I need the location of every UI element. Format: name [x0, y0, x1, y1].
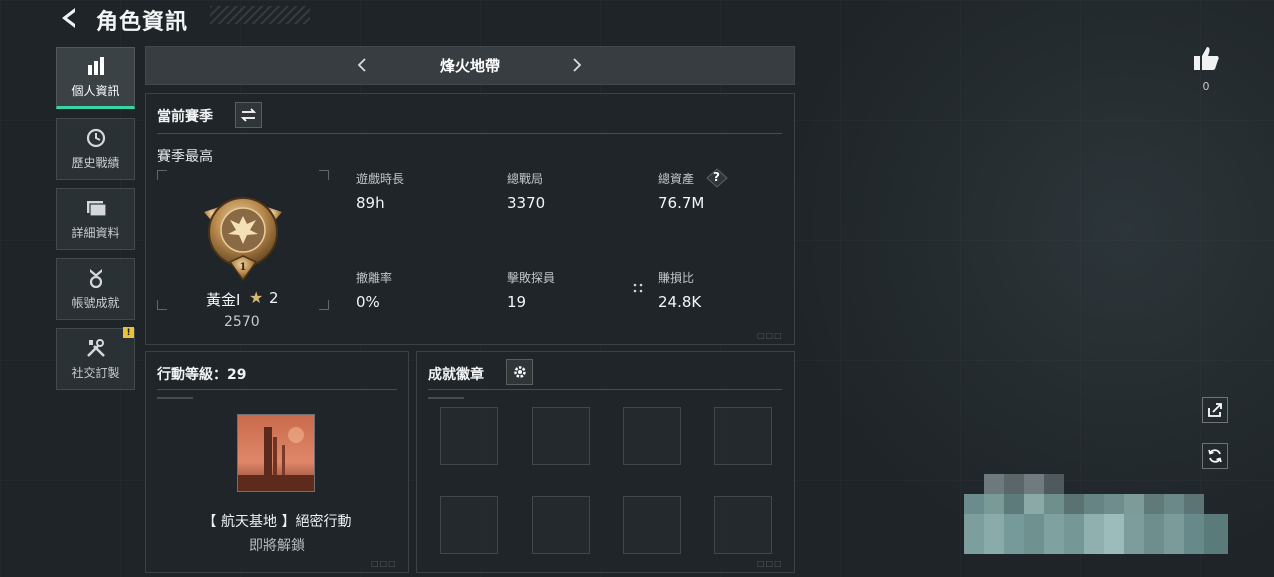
season-best-label: 賽季最高 — [157, 149, 213, 165]
sidebar-item-label: 詳細資料 — [71, 226, 120, 240]
stat-label: 遊戲時長 — [356, 172, 405, 186]
swap-arrows-icon — [240, 108, 257, 122]
share-icon — [1208, 403, 1222, 417]
refresh-button[interactable] — [1202, 443, 1228, 469]
panel-corner-mark: □□□ — [757, 331, 783, 340]
stat-value: 76.7M — [658, 194, 705, 212]
badge-slot[interactable] — [623, 407, 681, 465]
panel-corner-mark: □□□ — [757, 559, 783, 568]
mode-prev-arrow-icon[interactable] — [355, 56, 369, 74]
sidebar-item-personal-info[interactable]: 個人資訊 — [56, 47, 135, 109]
operation-divider — [157, 389, 397, 390]
stat-value: 3370 — [507, 194, 546, 212]
mode-name: 烽火地帶 — [439, 57, 500, 75]
gear-icon — [513, 366, 526, 378]
stat-value: 19 — [507, 293, 527, 311]
frame-corner — [157, 170, 167, 180]
operation-reward-status: 即將解鎖 — [249, 538, 305, 554]
bar-chart-icon — [87, 57, 104, 75]
achievements-divider — [428, 389, 782, 390]
stat-value: 0% — [356, 293, 380, 311]
pixelated-redacted-area — [964, 474, 1228, 554]
sidebar-item-label: 個人資訊 — [71, 84, 120, 98]
badge-slot[interactable] — [440, 407, 498, 465]
stat-label: 總戰局 — [507, 172, 544, 186]
stat-label: 賺損比 — [658, 271, 695, 285]
asset-help-mark: ? — [713, 170, 720, 184]
stat-label: 撤離率 — [356, 271, 393, 285]
folder-icon — [86, 201, 107, 217]
frame-corner — [319, 300, 329, 310]
badge-slot[interactable] — [623, 496, 681, 554]
notification-badge: ! — [123, 327, 134, 338]
divider-dash — [157, 397, 193, 399]
history-clock-icon — [86, 128, 105, 148]
medal-icon — [89, 269, 102, 289]
season-swap-button[interactable] — [235, 102, 262, 128]
stat-label: 總資產 — [658, 172, 695, 186]
badge-slot[interactable] — [532, 496, 590, 554]
asset-help-icon[interactable]: ? — [706, 168, 728, 188]
achievements-settings-button[interactable] — [506, 359, 533, 385]
badge-slot[interactable] — [714, 407, 772, 465]
page-title: 角色資訊 — [96, 10, 189, 35]
frame-corner — [319, 170, 329, 180]
operation-level-title: 行動等級：29 — [157, 367, 247, 383]
title-decoration — [210, 6, 310, 24]
operation-reward-image[interactable] — [237, 414, 315, 492]
tools-icon — [86, 339, 105, 357]
like-thumbs-up-icon[interactable] — [1193, 45, 1220, 72]
stat-value: 24.8K — [658, 293, 702, 311]
stat-label: 擊敗探員 — [507, 271, 556, 285]
sidebar-item-achievements[interactable]: 帳號成就 — [56, 258, 135, 320]
drag-handle-icon — [632, 280, 644, 294]
panel-corner-mark: □□□ — [371, 559, 397, 568]
operation-reward-name: 【 航天基地 】絕密行動 — [202, 514, 352, 530]
divider-dash — [428, 397, 464, 399]
rank-medal-icon: 1 — [200, 190, 286, 282]
like-count: 0 — [1202, 80, 1210, 93]
sidebar-item-label: 社交訂製 — [71, 366, 120, 380]
back-arrow-icon[interactable] — [56, 5, 82, 31]
rank-name: 黃金I — [206, 291, 241, 309]
sidebar-item-history[interactable]: 歷史戰績 — [56, 118, 135, 180]
share-button[interactable] — [1202, 397, 1228, 423]
mode-next-arrow-icon[interactable] — [570, 56, 584, 74]
sidebar-item-label: 帳號成就 — [71, 296, 120, 310]
season-title: 當前賽季 — [157, 109, 213, 125]
refresh-icon — [1208, 449, 1222, 463]
rank-stars: 2 — [269, 289, 279, 307]
rank-star-icon: ★ — [249, 288, 264, 307]
sidebar-item-details[interactable]: 詳細資料 — [56, 188, 135, 250]
sidebar-item-label: 歷史戰績 — [71, 156, 120, 170]
badge-slot[interactable] — [532, 407, 590, 465]
frame-corner — [157, 300, 167, 310]
rank-score: 2570 — [224, 314, 260, 330]
achievements-title: 成就徽章 — [428, 367, 484, 383]
season-divider — [157, 133, 782, 134]
badge-slot[interactable] — [714, 496, 772, 554]
rank-medal-level: 1 — [239, 262, 247, 273]
stat-value: 89h — [356, 194, 385, 212]
badge-slot[interactable] — [440, 496, 498, 554]
